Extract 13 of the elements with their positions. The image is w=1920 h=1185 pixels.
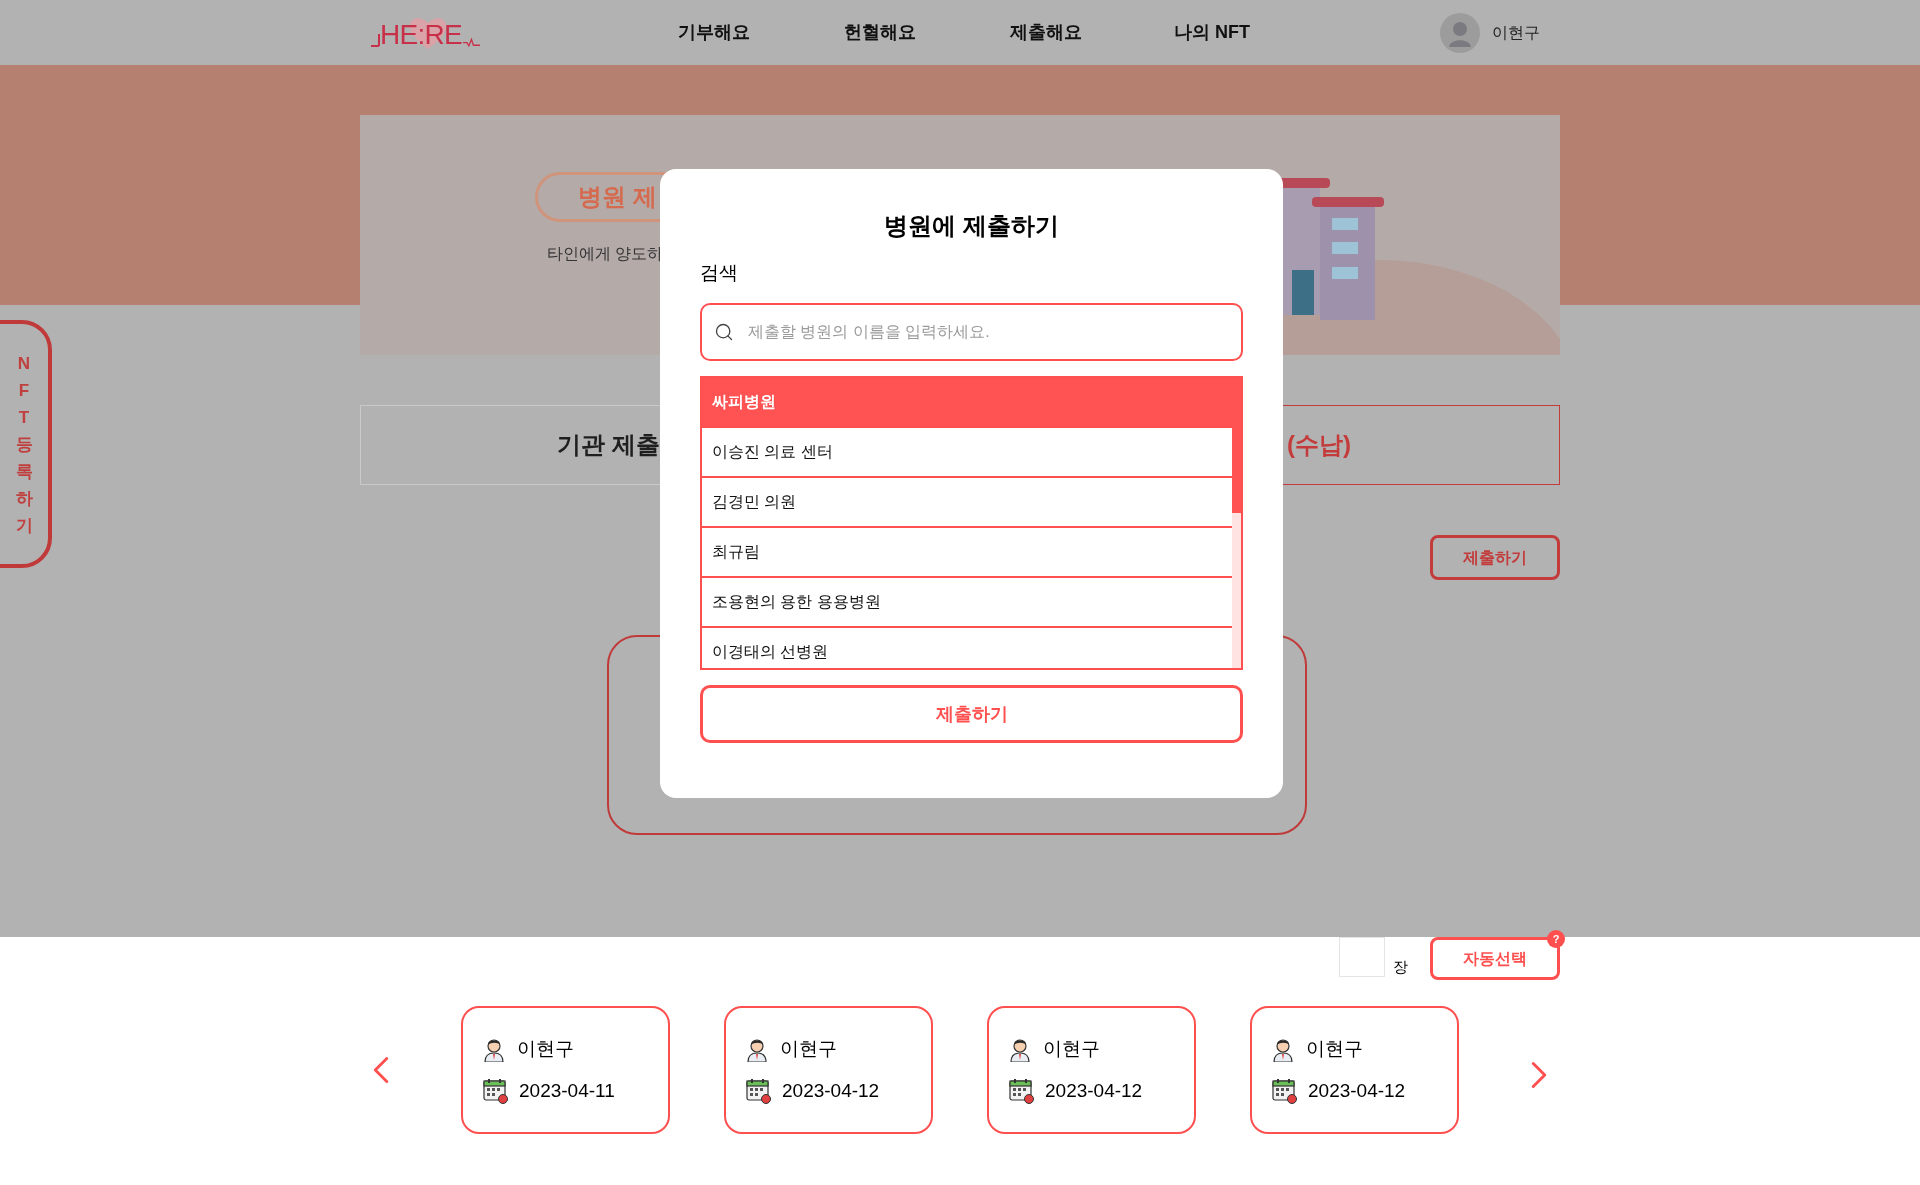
record-name: 이현구 xyxy=(517,1036,574,1061)
record-date: 2023-04-12 xyxy=(1045,1079,1143,1103)
record-name: 이현구 xyxy=(1306,1036,1363,1061)
user-name: 이현구 xyxy=(1492,22,1540,43)
record-name: 이현구 xyxy=(780,1036,837,1061)
count-unit: 장 xyxy=(1393,956,1408,977)
record-date: 2023-04-12 xyxy=(782,1079,880,1103)
search-label: 검색 xyxy=(700,261,739,285)
record-date: 2023-04-11 xyxy=(519,1079,615,1103)
record-date: 2023-04-12 xyxy=(1308,1079,1406,1103)
hero-description: 타인에게 양도하 xyxy=(547,244,664,264)
record-name: 이현구 xyxy=(1043,1036,1100,1061)
dialog-title: 병원에 제출하기 xyxy=(883,211,1060,241)
